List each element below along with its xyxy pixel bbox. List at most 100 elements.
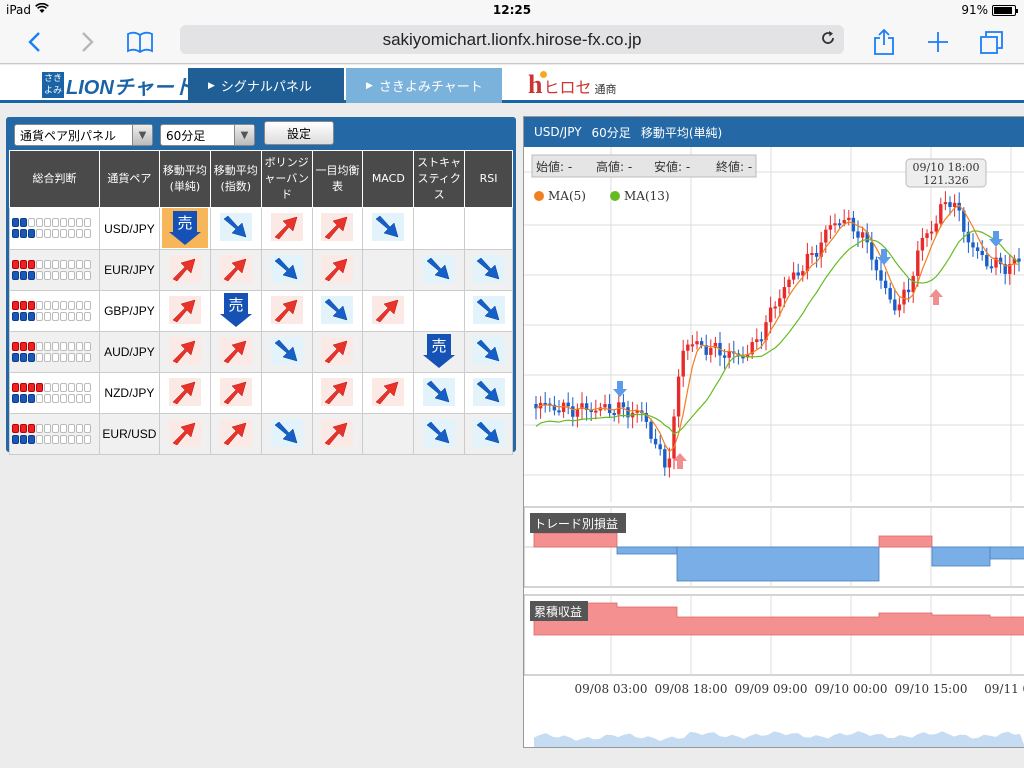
tab-sakiyomi-chart[interactable]: ▶ さきよみチャート (346, 68, 502, 103)
buy-arrow-icon (321, 377, 354, 406)
navigator-area (534, 731, 1024, 747)
col-header: MACD (362, 150, 415, 208)
candle-body (1017, 258, 1021, 262)
signal-cell[interactable] (362, 290, 415, 332)
trade-pl-bar (616, 546, 678, 555)
signal-cell[interactable]: 売 (209, 290, 262, 332)
signal-cell[interactable]: 売 (413, 331, 466, 373)
pair-cell[interactable]: EUR/JPY (98, 249, 160, 291)
signal-cell[interactable] (413, 413, 466, 455)
bookmarks-icon[interactable] (122, 24, 158, 60)
table-row[interactable]: AUD/JPY 売 (9, 331, 513, 373)
ohlc-low: 安値: - (654, 159, 690, 174)
signal-cell[interactable] (260, 372, 313, 414)
settings-button[interactable]: 設定 (264, 121, 334, 145)
judge-segment (44, 382, 52, 392)
signal-cell[interactable] (464, 331, 513, 373)
col-header: 一目均衡表 (311, 150, 364, 208)
signal-cell[interactable] (464, 249, 513, 291)
judge-segment (84, 382, 92, 392)
candle-body (690, 344, 695, 347)
signal-cell[interactable] (260, 290, 313, 332)
table-row[interactable]: GBP/JPY 売 (9, 290, 513, 332)
signal-cell[interactable]: 売 (158, 207, 211, 250)
logo-dot-icon (540, 71, 547, 78)
signal-cell[interactable] (311, 413, 364, 455)
signal-cell[interactable] (311, 290, 364, 332)
signal-panel: 通貨ペア別パネル ▼ 60分足 ▼ 設定 総合判断 通貨ペア 移動平均(単純) … (6, 117, 516, 455)
candle-body (755, 339, 759, 343)
ohlc-high: 高値: - (596, 159, 632, 174)
pair-cell[interactable]: GBP/JPY (98, 290, 160, 332)
signal-cell[interactable] (362, 372, 415, 414)
table-row[interactable]: NZD/JPY (9, 372, 513, 414)
pair-panel-select[interactable]: 通貨ペア別パネル ▼ (14, 124, 153, 146)
hirose-logo[interactable]: h ヒロセ 通商 (528, 71, 616, 98)
judge-segment (60, 259, 68, 269)
pair-cell[interactable]: EUR/USD (98, 413, 160, 455)
signal-cell[interactable] (464, 290, 513, 332)
buy-arrow-icon (321, 213, 354, 241)
signal-cell[interactable] (362, 249, 415, 291)
url-text: sakiyomichart.lionfx.hirose-fx.co.jp (382, 29, 642, 49)
signal-cell[interactable] (311, 372, 364, 414)
address-bar[interactable]: sakiyomichart.lionfx.hirose-fx.co.jp (180, 25, 844, 54)
signal-cell[interactable] (311, 207, 364, 250)
candle-body (934, 223, 938, 232)
signal-cell[interactable] (311, 331, 364, 373)
signal-cell[interactable] (209, 207, 262, 250)
panel-controls: 通貨ペア別パネル ▼ 60分足 ▼ 設定 (9, 120, 513, 150)
signal-cell[interactable] (260, 331, 313, 373)
signal-cell[interactable] (413, 249, 466, 291)
signal-cell[interactable] (158, 372, 211, 414)
table-row[interactable]: EUR/JPY (9, 249, 513, 291)
signal-cell[interactable] (158, 290, 211, 332)
judge-segment (84, 218, 92, 227)
signal-cell[interactable] (464, 207, 513, 250)
pair-cell[interactable]: NZD/JPY (98, 372, 160, 414)
signal-cell[interactable] (158, 249, 211, 291)
price-chart[interactable]: 始値: - 高値: - 安値: - 終値: - MA(5) MA(13) 09/10 18:… (524, 147, 1024, 747)
signal-cell[interactable] (413, 372, 466, 414)
tabs-icon[interactable] (974, 24, 1010, 60)
table-row[interactable]: EUR/USD (9, 413, 513, 455)
signal-cell[interactable] (311, 249, 364, 291)
table-row[interactable]: USD/JPY 売 (9, 207, 513, 250)
signal-cell[interactable] (158, 413, 211, 455)
trade-pl-bar (989, 546, 1024, 560)
new-tab-icon[interactable] (920, 24, 956, 60)
candle-body (828, 225, 833, 230)
signal-cell[interactable] (362, 331, 415, 373)
back-icon[interactable] (16, 24, 52, 60)
signal-cell[interactable] (209, 331, 262, 373)
signal-cell[interactable] (260, 249, 313, 291)
forward-icon[interactable] (70, 24, 106, 60)
signal-cell[interactable] (362, 413, 415, 455)
period-select[interactable]: 60分足 ▼ (160, 124, 255, 146)
signal-cell[interactable] (209, 249, 262, 291)
buy-arrow-icon (219, 377, 252, 406)
signal-cell[interactable] (413, 207, 466, 250)
reload-icon[interactable] (820, 30, 836, 51)
signal-cell[interactable] (413, 290, 466, 332)
signal-cell[interactable] (260, 207, 313, 250)
overall-judgement (9, 413, 100, 455)
judge-segment (36, 393, 44, 403)
signal-cell[interactable] (464, 372, 513, 414)
candle-body (612, 413, 616, 416)
pair-cell[interactable]: USD/JPY (98, 207, 160, 250)
signal-cell[interactable] (209, 413, 262, 455)
signal-cell[interactable] (464, 413, 513, 455)
candle-body (948, 202, 952, 207)
judge-segment (28, 259, 36, 269)
signal-cell[interactable] (209, 372, 262, 414)
signal-cell[interactable] (260, 413, 313, 455)
share-icon[interactable] (866, 24, 902, 60)
signal-cell[interactable] (158, 331, 211, 373)
chart-indicator: 移動平均(単純) (640, 125, 723, 140)
lion-chart-logo[interactable]: さきよみ LIONチャート (42, 72, 194, 99)
signal-cell[interactable] (362, 207, 415, 250)
tab-signal-panel[interactable]: ▶ シグナルパネル (188, 68, 344, 103)
pair-cell[interactable]: AUD/JPY (98, 331, 160, 373)
judge-segment (44, 434, 52, 444)
